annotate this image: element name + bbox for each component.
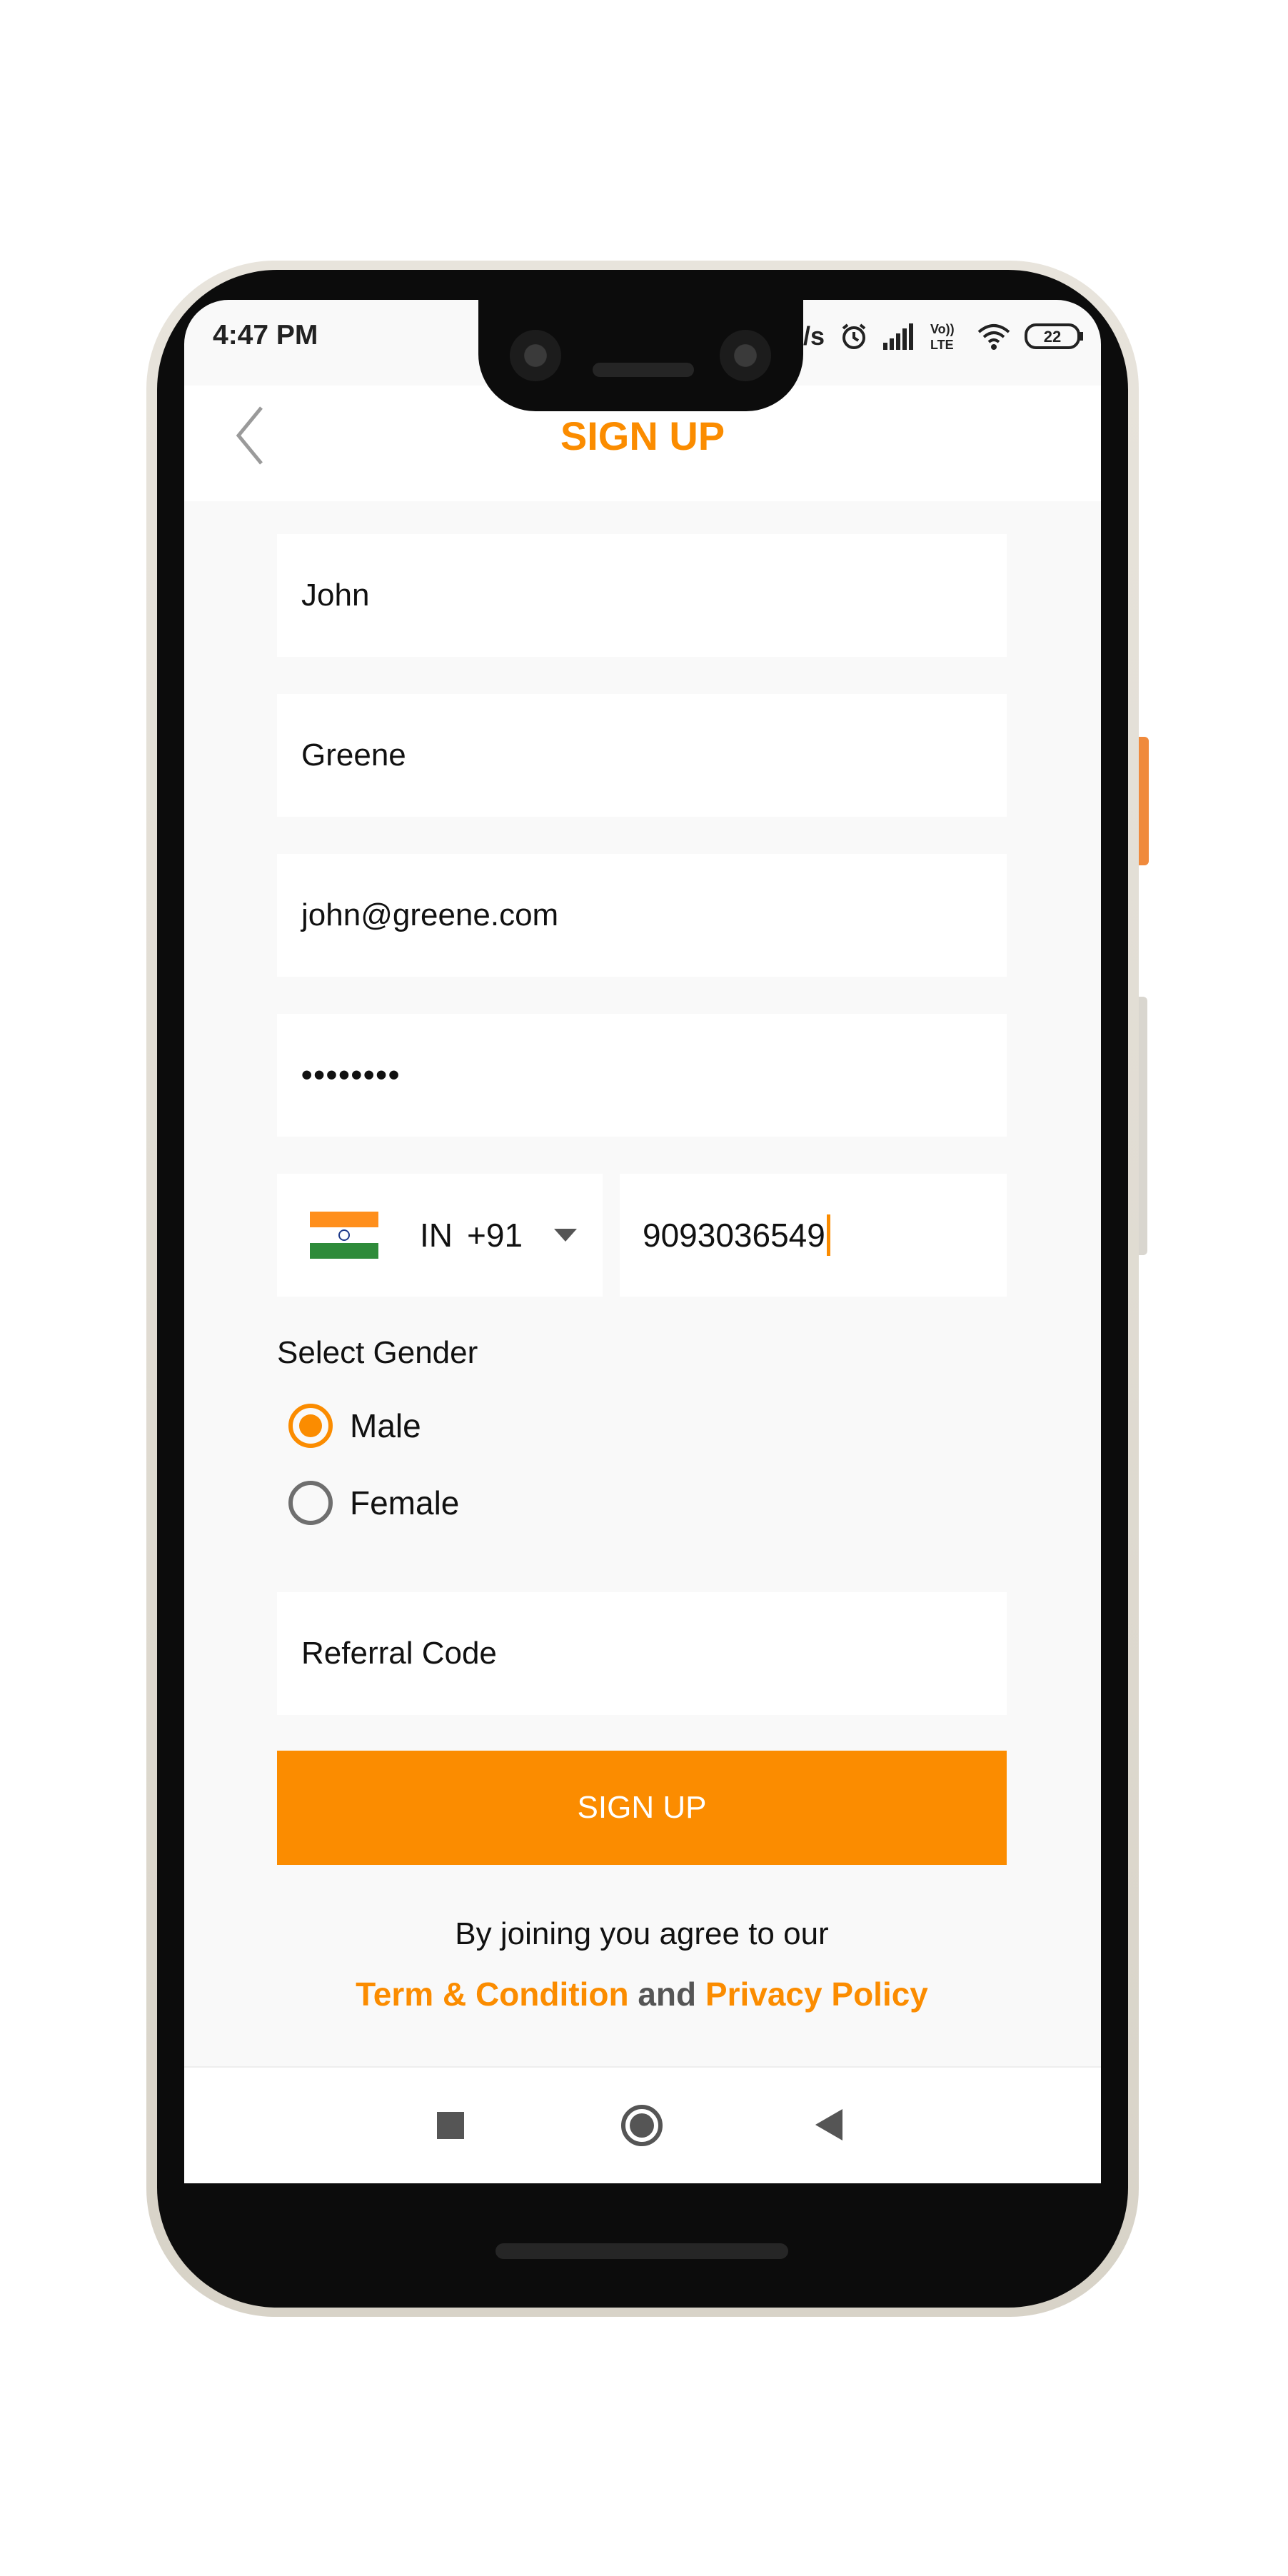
sign-up-button[interactable]: SIGN UP — [277, 1751, 1007, 1865]
phone-number-value: 9093036549 — [643, 1217, 825, 1254]
status-icons: /s Vo)) LTE 22 — [803, 317, 1085, 356]
svg-text:Vo)): Vo)) — [930, 322, 955, 336]
home-circle-icon[interactable] — [621, 2105, 663, 2146]
wifi-icon — [977, 324, 1010, 350]
front-camera-icon — [510, 330, 561, 381]
terms-link[interactable]: Term & Condition — [356, 1976, 628, 2013]
gender-option-male[interactable]: Male — [288, 1404, 421, 1448]
last-name-field[interactable]: Greene — [277, 694, 1007, 817]
dial-code: +91 — [467, 1217, 523, 1254]
text-cursor — [826, 1214, 830, 1256]
battery-icon: 22 — [1025, 323, 1084, 349]
network-speed: /s — [803, 321, 825, 351]
front-camera-icon — [720, 330, 771, 381]
earpiece-speaker — [593, 363, 694, 377]
country-code-picker[interactable]: IN +91 — [277, 1174, 603, 1297]
email-field[interactable]: john@greene.com — [277, 854, 1007, 977]
phone-number-field[interactable]: 9093036549 — [620, 1174, 1007, 1297]
india-flag-icon — [310, 1212, 378, 1259]
privacy-link[interactable]: Privacy Policy — [705, 1976, 928, 2013]
page-title: SIGN UP — [560, 413, 725, 458]
back-button[interactable] — [228, 401, 271, 470]
radio-unselected-icon[interactable] — [288, 1481, 333, 1525]
chevron-left-icon — [236, 406, 263, 465]
gender-option-label: Male — [350, 1407, 421, 1444]
dropdown-arrow-icon — [554, 1229, 578, 1242]
gender-option-female[interactable]: Female — [288, 1481, 459, 1525]
power-button — [1139, 737, 1149, 865]
gender-label: Select Gender — [277, 1335, 478, 1370]
volume-button — [1139, 997, 1147, 1255]
alarm-icon — [842, 323, 866, 349]
status-time: 4:47 PM — [213, 320, 318, 351]
and-text: and — [638, 1976, 697, 2013]
back-triangle-icon[interactable] — [815, 2109, 842, 2140]
referral-code-field[interactable]: Referral Code — [277, 1592, 1007, 1715]
signal-icon — [883, 323, 914, 350]
legal-links: Term & Condition and Privacy Policy — [277, 1975, 1007, 2013]
gender-option-label: Female — [350, 1484, 460, 1521]
recents-square-icon[interactable] — [437, 2112, 464, 2139]
first-name-field[interactable]: John — [277, 534, 1007, 657]
agreement-text: By joining you agree to our — [455, 1916, 829, 1951]
country-code: IN — [420, 1217, 453, 1254]
bottom-speaker-grille — [495, 2243, 788, 2259]
volte-icon: Vo)) LTE — [930, 322, 955, 352]
password-field[interactable]: •••••••• — [277, 1014, 1007, 1137]
svg-text:LTE: LTE — [930, 338, 954, 352]
battery-level: 22 — [1044, 328, 1061, 346]
radio-selected-icon[interactable] — [288, 1404, 333, 1448]
